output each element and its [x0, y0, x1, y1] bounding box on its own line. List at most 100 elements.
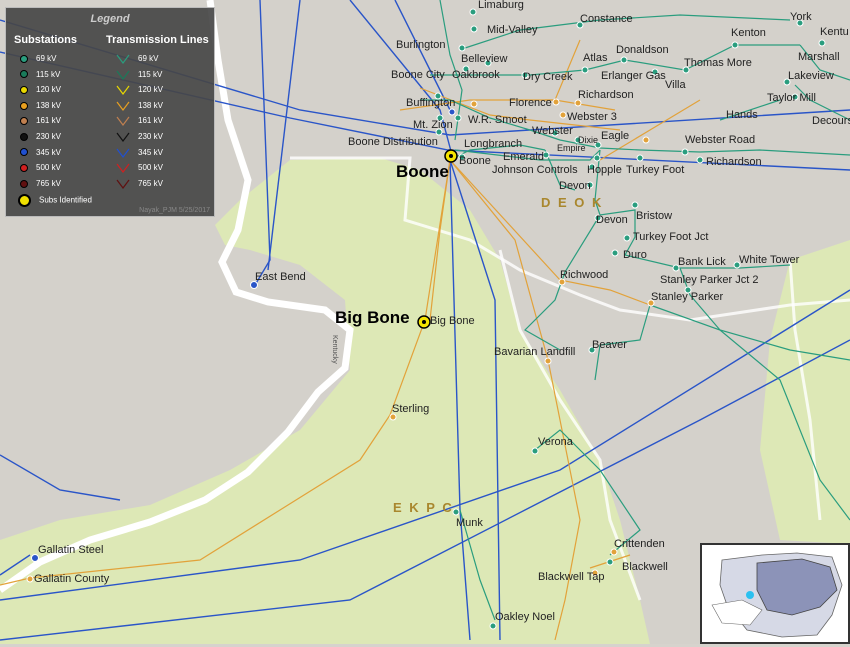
substation-label: Duro — [623, 249, 647, 261]
substation-label: Longbranch — [464, 138, 522, 150]
legend-substation-item: 500 kV — [20, 163, 61, 172]
legend-substation-item: 69 kV — [20, 54, 56, 63]
substation-label: Florence — [509, 97, 552, 109]
legend-line-item: 115 kV — [116, 70, 162, 80]
substation-label: W.R. Smoot — [468, 114, 527, 126]
legend-line-icon — [116, 85, 130, 96]
legend-line-item: 69 kV — [116, 54, 158, 64]
substation-label: Sterling — [392, 403, 429, 415]
substation-label: Bavarian Landfill — [494, 346, 575, 358]
identified-sub-boone[interactable] — [444, 149, 458, 163]
legend-item-label: 500 kV — [36, 163, 61, 173]
legend-marker-icon — [20, 148, 28, 157]
substation-label: Blackwell Tap — [538, 571, 604, 583]
region-label-ekpc: E K P C — [393, 500, 454, 515]
substation-label: York — [790, 11, 812, 23]
substation-label: Webster Road — [685, 134, 755, 146]
legend-marker-icon — [20, 179, 28, 188]
legend-item-label: 161 kV — [36, 116, 61, 126]
legend-item-label: 765 kV — [36, 178, 61, 188]
substation-label: Stanley Parker — [651, 291, 723, 303]
substation-label: Devon — [596, 214, 628, 226]
legend-item-label: 115 kV — [36, 69, 61, 79]
legend-substation-item: 765 kV — [20, 179, 61, 188]
substation-label: Richardson — [578, 89, 634, 101]
substation-label: Lakeview — [788, 70, 834, 82]
legend-line-item: 161 kV — [116, 116, 163, 127]
substation-label: Bank Lick — [678, 256, 726, 268]
substation-label: Buffington — [406, 97, 455, 109]
legend-substation-item: 138 kV — [20, 101, 61, 110]
substation-label: Hands — [726, 109, 758, 121]
legend-substation-item: Subs Identified — [18, 194, 92, 208]
substation-label: Thomas More — [684, 57, 752, 69]
substation-label: Big Bone — [430, 315, 475, 327]
legend-substation-item: 161 kV — [20, 116, 61, 125]
legend-marker-icon — [20, 117, 28, 126]
legend-marker-icon — [20, 54, 28, 63]
substation-label: Beaver — [592, 339, 627, 351]
substation-label: Boone Distribution — [348, 136, 438, 148]
legend-substations-header: Substations — [14, 34, 77, 46]
legend-line-icon — [116, 163, 130, 174]
substation-label: Crittenden — [614, 538, 665, 550]
substation-label: Turkey Foot Jct — [633, 231, 708, 243]
substation-label: Villa — [665, 79, 686, 91]
legend-item-label: 230 kV — [138, 132, 163, 142]
legend-item-label: 69 kV — [36, 54, 57, 63]
legend-credit: Nayak_PJM 5/25/2017 — [139, 207, 210, 214]
substation-label: Hopple — [587, 164, 622, 176]
substation-label: Bristow — [636, 210, 672, 222]
legend-item-label: 120 kV — [36, 85, 61, 95]
inset-locator-map — [700, 543, 850, 644]
substation-label: Burlington — [396, 39, 446, 51]
legend-line-item: 345 kV — [116, 148, 163, 158]
substation-label: Decours — [812, 115, 850, 127]
substation-label: Boone City — [391, 69, 445, 81]
substation-label: East Bend — [255, 271, 306, 283]
legend-item-label: Subs Identified — [39, 196, 92, 205]
substation-label: Marshall — [798, 51, 840, 63]
legend-substation-item: 115 kV — [20, 70, 60, 79]
legend-marker-icon — [18, 194, 31, 208]
substation-label: Mt. Zion — [413, 119, 453, 131]
substation-label: Eagle — [601, 130, 629, 142]
legend-substation-item: 230 kV — [20, 132, 61, 141]
legend-line-icon — [116, 54, 130, 64]
identified-sub-big-bone[interactable] — [417, 315, 431, 329]
legend-line-icon — [116, 70, 130, 80]
substation-label: Constance — [580, 13, 633, 25]
substation-label: Gallatin County — [34, 573, 110, 585]
legend-item-label: 115 kV — [138, 69, 163, 79]
legend-item-label: 765 kV — [138, 178, 163, 188]
substation-label: Donaldson — [616, 44, 669, 56]
legend-line-icon — [116, 132, 130, 142]
substation-label: Dry Creek — [523, 71, 573, 83]
legend-item-label: 345 kV — [138, 147, 163, 157]
substation-label: Mid-Valley — [487, 24, 538, 36]
legend-line-icon — [116, 179, 130, 189]
legend-line-item: 230 kV — [116, 132, 163, 142]
substation-label: Verona — [538, 436, 574, 448]
legend-marker-icon — [20, 132, 28, 141]
legend-substation-item: 345 kV — [20, 148, 61, 157]
legend-marker-icon — [20, 101, 28, 110]
river-label: Kentucky — [331, 335, 338, 364]
legend-line-icon — [116, 148, 130, 158]
legend-marker-icon — [20, 70, 28, 79]
legend-title: Legend — [90, 13, 130, 25]
substation-label: Munk — [456, 517, 483, 529]
legend-line-icon — [116, 101, 130, 111]
substation-label: Richardson — [706, 156, 762, 168]
substation-label: Emerald — [503, 151, 544, 163]
legend-marker-icon — [20, 86, 28, 95]
substation-label: Atlas — [583, 52, 608, 64]
substation-label: Gallatin Steel — [38, 544, 103, 556]
legend-substation-item: 120 kV — [20, 85, 61, 94]
legend-marker-icon — [20, 164, 28, 173]
substation-label: Taylor Mill — [767, 92, 816, 104]
legend-lines-header: Transmission Lines — [106, 34, 209, 46]
substation-label: Boone — [459, 155, 491, 167]
big-bone-highlight-label: Big Bone — [335, 308, 410, 327]
legend-panel: Legend Substations Transmission Lines 69… — [5, 7, 215, 217]
